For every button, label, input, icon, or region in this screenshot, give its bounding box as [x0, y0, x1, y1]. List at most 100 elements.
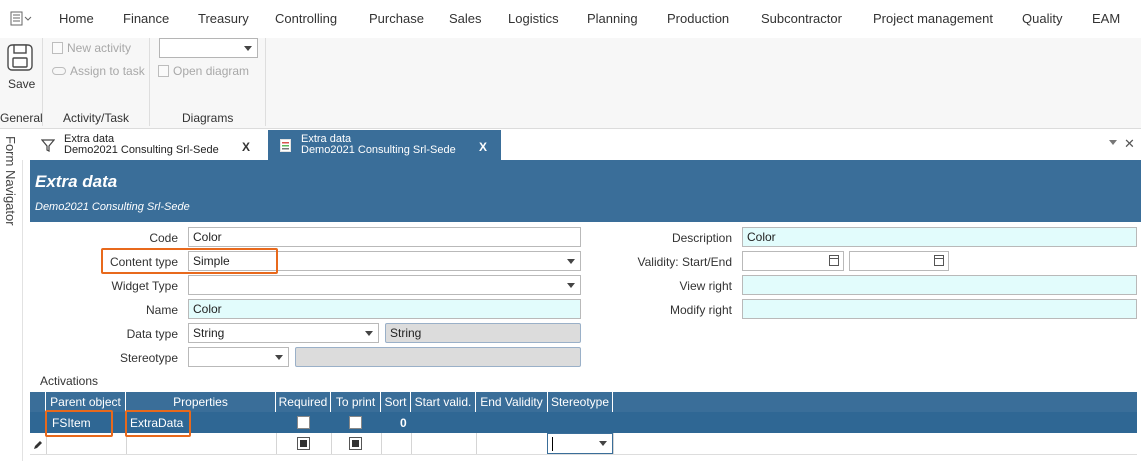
validity-end-field[interactable]: [849, 251, 949, 271]
data-type-value: String: [193, 326, 225, 340]
document-tab-bar: Extra data Demo2021 Consulting Srl-Sede …: [22, 130, 1141, 160]
chevron-down-icon: [365, 331, 373, 336]
stereotype-select[interactable]: [188, 347, 289, 367]
column-header-parent-object[interactable]: Parent object: [46, 392, 126, 412]
column-header-filler: [613, 392, 1137, 412]
menu-project-management[interactable]: Project management: [873, 11, 993, 26]
ribbon-toolbar: Save General New activity Assign to task…: [0, 38, 1141, 129]
menu-subcontractor[interactable]: Subcontractor: [761, 11, 842, 26]
widget-type-label: Widget Type: [111, 279, 178, 293]
column-header-end-validity[interactable]: End Validity: [476, 392, 548, 412]
column-header-start-valid[interactable]: Start valid.: [411, 392, 476, 412]
diagram-select[interactable]: [159, 38, 258, 58]
stereotype-cell-editor[interactable]: [547, 433, 613, 454]
calendar-icon[interactable]: [934, 255, 944, 266]
diagram-icon: [158, 65, 169, 77]
menu-finance[interactable]: Finance: [123, 11, 169, 26]
save-icon: [7, 44, 33, 71]
chevron-down-icon: [275, 355, 283, 360]
name-field[interactable]: Color: [188, 299, 581, 319]
group-label-general: General: [0, 111, 43, 125]
open-diagram-button[interactable]: Open diagram: [158, 64, 249, 78]
table-row[interactable]: FSItem ExtraData 0: [30, 412, 1137, 433]
modify-right-label: Modify right: [669, 303, 732, 317]
app-menu-icon[interactable]: [10, 11, 32, 27]
column-header-required[interactable]: Required: [276, 392, 331, 412]
grid-line: [411, 433, 412, 454]
cell-parent-object[interactable]: FSItem: [52, 416, 91, 430]
filter-icon: [41, 139, 55, 152]
to-print-checkbox-indeterminate[interactable]: [349, 437, 362, 450]
assign-to-task-button[interactable]: Assign to task: [52, 64, 145, 78]
grid-line: [613, 433, 614, 454]
menu-planning[interactable]: Planning: [587, 11, 638, 26]
menu-production[interactable]: Production: [667, 11, 729, 26]
validity-start-field[interactable]: [742, 251, 844, 271]
menu-sales[interactable]: Sales: [449, 11, 482, 26]
page-title: Extra data: [35, 172, 118, 191]
cell-sort[interactable]: 0: [400, 416, 407, 430]
menu-quality[interactable]: Quality: [1022, 11, 1062, 26]
chevron-down-icon: [599, 441, 607, 446]
tab-extra-data-detail[interactable]: Extra data Demo2021 Consulting Srl-Sede …: [268, 130, 501, 160]
pencil-icon: [34, 441, 42, 449]
form-navigator-label: Form Navigator: [3, 136, 18, 226]
content-type-select[interactable]: Simple: [188, 251, 581, 271]
ribbon-separator: [42, 38, 43, 126]
stereotype-label: Stereotype: [119, 351, 178, 365]
to-print-checkbox[interactable]: [349, 416, 362, 429]
close-all-icon[interactable]: ✕: [1124, 136, 1135, 152]
calendar-icon[interactable]: [829, 255, 839, 266]
name-label: Name: [145, 303, 178, 317]
ribbon-separator: [265, 38, 266, 126]
link-icon: [52, 67, 66, 75]
tab-extra-data-list[interactable]: Extra data Demo2021 Consulting Srl-Sede …: [30, 130, 266, 160]
data-type-label: Data type: [126, 327, 178, 341]
tab-list-dropdown-icon[interactable]: [1109, 140, 1117, 145]
code-label: Code: [149, 231, 178, 245]
tab-close-button[interactable]: X: [479, 140, 487, 154]
widget-type-select[interactable]: [188, 275, 581, 295]
menu-treasury[interactable]: Treasury: [198, 11, 249, 26]
required-checkbox-indeterminate[interactable]: [297, 437, 310, 450]
required-checkbox[interactable]: [297, 416, 310, 429]
new-activity-label: New activity: [67, 41, 132, 55]
grid-line: [331, 433, 332, 454]
description-label: Description: [671, 231, 732, 245]
content-type-value: Simple: [193, 254, 230, 268]
grid-line: [381, 433, 382, 454]
view-right-field[interactable]: [742, 275, 1137, 295]
form-header: Extra data Demo2021 Consulting Srl-Sede: [30, 160, 1141, 222]
chevron-down-icon: [567, 283, 575, 288]
data-type-select[interactable]: String: [188, 323, 379, 343]
column-header-properties[interactable]: Properties: [126, 392, 276, 412]
tab-close-button[interactable]: X: [242, 140, 250, 154]
new-activity-button[interactable]: New activity: [52, 41, 131, 55]
grid-line: [126, 433, 127, 454]
modify-right-field[interactable]: [742, 299, 1137, 319]
activations-grid: Parent object Properties Required To pri…: [30, 392, 1137, 457]
code-field[interactable]: Color: [188, 227, 581, 247]
data-type-detail-field: String: [385, 323, 581, 343]
validity-label: Validity: Start/End: [637, 255, 733, 269]
view-right-label: View right: [679, 279, 732, 293]
tab-subtitle: Demo2021 Consulting Srl-Sede: [64, 144, 219, 156]
menu-logistics[interactable]: Logistics: [508, 11, 559, 26]
cell-properties[interactable]: ExtraData: [130, 416, 183, 430]
column-header-stereotype[interactable]: Stereotype: [548, 392, 613, 412]
group-label-diagrams: Diagrams: [182, 111, 234, 125]
new-entry-row[interactable]: [30, 433, 1137, 455]
menu-home[interactable]: Home: [59, 11, 94, 26]
chevron-down-icon: [567, 259, 575, 264]
column-header-sort[interactable]: Sort: [381, 392, 411, 412]
form-navigator-panel[interactable]: Form Navigator: [0, 130, 23, 461]
menu-eam[interactable]: EAM: [1092, 11, 1120, 26]
main-menu-bar: Home Finance Treasury Controlling Purcha…: [0, 0, 1141, 38]
grid-line: [46, 433, 47, 454]
stereotype-detail-field: [295, 347, 581, 367]
column-header-to-print[interactable]: To print: [331, 392, 381, 412]
activations-label: Activations: [40, 374, 99, 388]
description-field[interactable]: Color: [742, 227, 1137, 247]
menu-controlling[interactable]: Controlling: [275, 11, 337, 26]
menu-purchase[interactable]: Purchase: [369, 11, 424, 26]
